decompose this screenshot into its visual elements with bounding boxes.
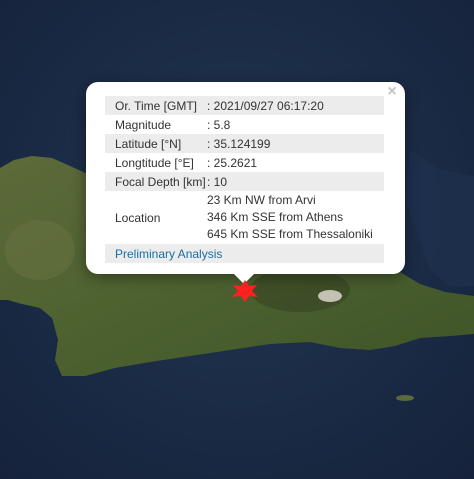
preliminary-analysis-link[interactable]: Preliminary Analysis [115, 247, 222, 261]
info-row: Or. Time [GMT]: 2021/09/27 06:17:20 [105, 96, 384, 115]
location-label: Location [115, 210, 161, 225]
link-cell: Preliminary Analysis [105, 244, 384, 263]
location-line: 645 Km SSE from Thessaloniki [207, 227, 373, 241]
islet [396, 395, 414, 401]
mountain-area [250, 268, 350, 312]
info-row-label: Magnitude [115, 117, 172, 132]
info-row-value: : 35.124199 [207, 134, 384, 153]
info-row-label: Focal Depth [km] [105, 172, 207, 191]
info-row-value: : 2021/09/27 06:17:20 [207, 96, 384, 115]
info-row-label: Or. Time [GMT] [105, 96, 207, 115]
earthquake-marker-icon[interactable] [232, 280, 258, 302]
location-value: 23 Km NW from Arvi 346 Km SSE from Athens… [207, 191, 384, 244]
earthquake-info-popup: × Or. Time [GMT]: 2021/09/27 06:17:20 Mag… [86, 82, 405, 274]
location-row: Location 23 Km NW from Arvi 346 Km SSE fro… [105, 191, 384, 244]
western-hills [5, 220, 75, 280]
location-line: 346 Km SSE from Athens [207, 210, 344, 224]
info-row: Focal Depth [km]: 10 [105, 172, 384, 191]
link-row: Preliminary Analysis [105, 244, 384, 263]
mountain-peak [318, 290, 342, 302]
location-line: 23 Km NW from Arvi [207, 193, 316, 207]
info-row-value: : 25.2621 [207, 155, 258, 170]
info-row: Longtitude [°E] : 25.2621 [105, 153, 384, 172]
info-row-value: : 10 [207, 172, 384, 191]
info-row-label: Latitude [°N] [105, 134, 207, 153]
earthquake-info-table: Or. Time [GMT]: 2021/09/27 06:17:20 Magni… [105, 96, 384, 263]
info-row: Latitude [°N]: 35.124199 [105, 134, 384, 153]
info-row-value: : 5.8 [207, 117, 231, 132]
info-row-label: Longtitude [°E] [115, 155, 194, 170]
info-row: Magnitude : 5.8 [105, 115, 384, 134]
close-icon[interactable]: × [385, 84, 399, 100]
